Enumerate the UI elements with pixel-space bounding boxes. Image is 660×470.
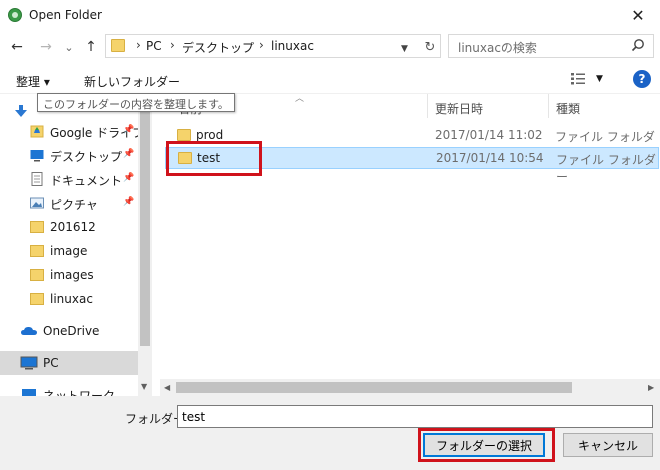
folder-icon (30, 269, 44, 281)
sidebar-item-label: image (50, 244, 88, 258)
highlight-box-select-button (418, 428, 555, 462)
sidebar-item-desktop[interactable]: デスクトップ 📌 (0, 143, 138, 167)
sidebar-item-pc[interactable]: PC (0, 351, 138, 375)
folder-icon (177, 129, 191, 141)
breadcrumb-separator-icon: › (259, 38, 264, 52)
column-header-type[interactable]: 種類 (556, 100, 580, 117)
sidebar-item-label: linuxac (50, 292, 93, 306)
quick-access-arrow-icon (15, 105, 27, 117)
help-icon[interactable]: ? (633, 70, 651, 88)
title-bar: Open Folder ✕ (0, 0, 660, 31)
scroll-left-arrow-icon[interactable]: ◀ (164, 383, 170, 392)
breadcrumb-desktop[interactable]: デスクトップ (182, 39, 254, 56)
network-icon (22, 389, 36, 396)
document-icon (31, 172, 43, 186)
search-input[interactable]: linuxacの検索 (458, 39, 537, 56)
search-box[interactable]: linuxacの検索 (448, 34, 654, 58)
organize-button[interactable]: 整理 ▾ (16, 73, 50, 90)
folder-icon (111, 39, 125, 52)
pin-icon[interactable]: 📌 (123, 173, 134, 183)
close-button[interactable]: ✕ (616, 0, 660, 31)
address-bar[interactable]: › PC › デスクトップ › linuxac (105, 34, 441, 58)
google-drive-icon (30, 125, 44, 138)
pc-icon (20, 356, 38, 370)
sidebar-scrollbar[interactable]: ▼ (138, 94, 152, 396)
forward-arrow-icon[interactable]: → (37, 38, 55, 56)
cancel-button[interactable]: キャンセル (563, 433, 653, 457)
navigation-pane: Google ドライブ 📌 デスクトップ 📌 ドキュメント 📌 ピクチャ 📌 2… (0, 94, 152, 396)
onedrive-icon (21, 326, 37, 335)
refresh-icon[interactable]: ↻ (421, 38, 439, 56)
sidebar-item-documents[interactable]: ドキュメント 📌 (0, 167, 138, 191)
column-header-date[interactable]: 更新日時 (435, 100, 483, 117)
desktop-icon (30, 150, 44, 162)
pin-icon[interactable]: 📌 (123, 149, 134, 159)
picture-icon (30, 197, 44, 209)
breadcrumb-pc[interactable]: PC (146, 39, 162, 53)
scrollbar-thumb[interactable] (140, 100, 150, 346)
sidebar-item-network[interactable]: ネットワーク (0, 382, 138, 396)
scrollbar-thumb[interactable] (176, 382, 572, 393)
sidebar-item-google-drive[interactable]: Google ドライブ 📌 (0, 119, 144, 143)
sidebar-item-images[interactable]: images (0, 263, 138, 287)
sidebar-item-image[interactable]: image (0, 239, 138, 263)
file-name: prod (196, 128, 224, 142)
recent-locations-icon[interactable]: ⌄ (60, 38, 78, 56)
window-title: Open Folder (29, 8, 102, 22)
folder-icon (30, 221, 44, 233)
sidebar-item-label: OneDrive (43, 324, 100, 338)
scroll-down-arrow-icon[interactable]: ▼ (141, 382, 147, 391)
highlight-box-test-folder (166, 141, 262, 176)
breadcrumb-separator-icon: › (136, 38, 141, 52)
up-arrow-icon[interactable]: ↑ (82, 38, 100, 56)
sidebar-item-label: ピクチャ (50, 198, 98, 212)
breadcrumb-separator-icon: › (170, 38, 175, 52)
sidebar-item-linuxac[interactable]: linuxac (0, 287, 138, 311)
horizontal-scrollbar[interactable]: ◀ ▶ (160, 379, 660, 396)
pin-icon[interactable]: 📌 (123, 125, 134, 135)
sort-ascending-icon: ︿ (295, 94, 305, 104)
sidebar-item-label: ドキュメント (50, 174, 123, 188)
back-arrow-icon[interactable]: ← (8, 38, 26, 56)
search-icon[interactable] (631, 38, 645, 52)
app-icon (8, 8, 22, 22)
file-type: ファイル フォルダー (556, 153, 656, 184)
pin-icon[interactable]: 📌 (123, 197, 134, 207)
file-date: 2017/01/14 10:54 (436, 151, 544, 165)
folder-icon (30, 293, 44, 305)
sidebar-item-201612[interactable]: 201612 (0, 215, 138, 239)
sidebar-item-label: ネットワーク (43, 389, 116, 396)
command-toolbar: 整理 ▾ 新しいフォルダー (0, 64, 660, 94)
folder-icon (30, 245, 44, 257)
folder-name-field[interactable] (177, 405, 653, 428)
file-date: 2017/01/14 11:02 (435, 128, 543, 142)
view-dropdown-icon[interactable]: ▼ (596, 74, 603, 84)
sidebar-item-label: 201612 (50, 220, 96, 234)
sidebar-item-label: images (50, 268, 94, 282)
sidebar-item-label: デスクトップ (50, 150, 123, 164)
new-folder-button[interactable]: 新しいフォルダー (84, 73, 180, 90)
sidebar-item-onedrive[interactable]: OneDrive (0, 319, 138, 343)
scroll-right-arrow-icon[interactable]: ▶ (648, 383, 654, 392)
column-divider[interactable] (427, 94, 428, 118)
address-dropdown-icon[interactable]: ▼ (401, 44, 408, 54)
sidebar-item-label: PC (43, 356, 59, 370)
view-options-icon[interactable] (570, 72, 586, 86)
breadcrumb-linuxac[interactable]: linuxac (271, 39, 314, 53)
organize-tooltip: このフォルダーの内容を整理します。 (37, 93, 235, 112)
sidebar-item-pictures[interactable]: ピクチャ 📌 (0, 191, 138, 215)
column-divider[interactable] (548, 94, 549, 118)
